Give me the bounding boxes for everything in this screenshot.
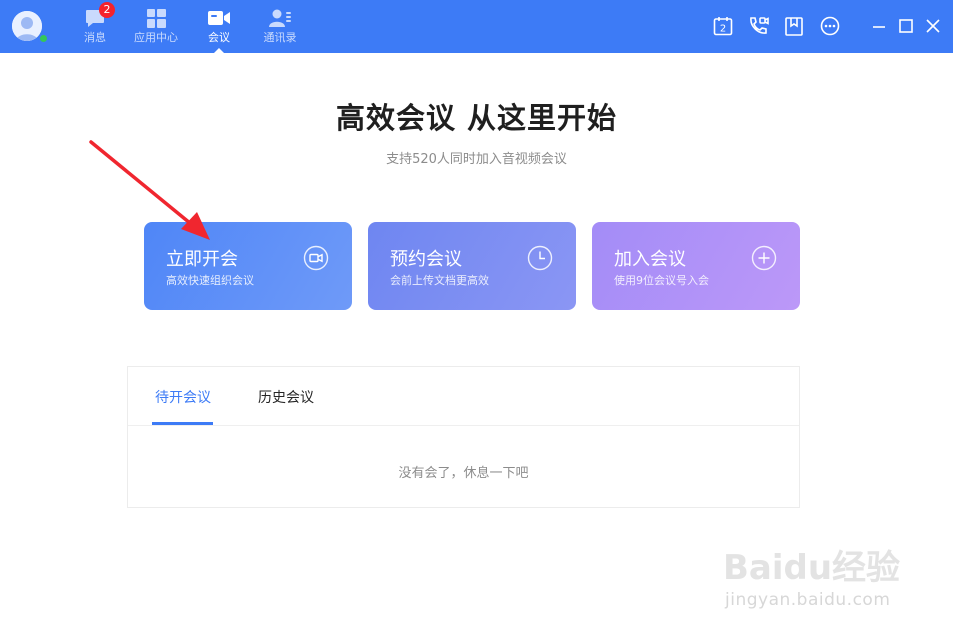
apps-icon [126, 8, 186, 28]
nav-label: 应用中心 [134, 31, 178, 44]
meeting-app-window: 消息 2 应用中心 会议 通讯录 2 高效会议 从这里开始 支持520人同时加入… [0, 0, 953, 635]
meeting-tabs: 待开会议 历史会议 [128, 367, 799, 426]
tab-upcoming-meetings[interactable]: 待开会议 [155, 387, 211, 407]
close-button[interactable] [922, 15, 944, 37]
nav-label: 通讯录 [263, 31, 297, 44]
calendar-button[interactable]: 2 [712, 15, 734, 37]
call-button[interactable] [748, 15, 770, 37]
contacts-icon [250, 8, 310, 28]
minimize-icon [873, 26, 885, 28]
card-subtitle: 会前上传文档更高效 [390, 274, 489, 287]
notes-button[interactable] [783, 15, 805, 37]
schedule-meeting-button[interactable]: 预约会议 会前上传文档更高效 [368, 222, 576, 310]
nav-label: 消息 [84, 31, 106, 44]
watermark-url: jingyan.baidu.com [725, 590, 891, 610]
plus-circle-icon [751, 245, 777, 271]
minimize-button[interactable] [868, 15, 890, 37]
card-subtitle: 使用9位会议号入会 [614, 274, 709, 287]
nav-item-contacts[interactable]: 通讯录 [250, 8, 310, 48]
close-icon [926, 19, 940, 33]
top-bar: 消息 2 应用中心 会议 通讯录 2 [0, 0, 953, 53]
watermark: Baidu经验 jingyan.baidu.com [723, 540, 923, 620]
start-meeting-button[interactable]: 立即开会 高效快速组织会议 [144, 222, 352, 310]
message-icon [65, 8, 125, 28]
more-icon [820, 16, 840, 36]
maximize-button[interactable] [895, 15, 917, 37]
nav-item-meetings[interactable]: 会议 [189, 8, 249, 53]
unread-badge: 2 [99, 2, 115, 18]
tab-meeting-history[interactable]: 历史会议 [258, 387, 314, 407]
more-button[interactable] [819, 15, 841, 37]
page-subtitle: 支持520人同时加入音视频会议 [386, 152, 567, 167]
card-subtitle: 高效快速组织会议 [166, 274, 254, 287]
watermark-brand: Baidu经验 [723, 548, 901, 588]
maximize-icon [899, 19, 913, 33]
card-title: 预约会议 [390, 249, 462, 270]
calendar-day: 2 [720, 24, 726, 35]
video-camera-icon [303, 245, 329, 271]
nav-item-app-center[interactable]: 应用中心 [126, 8, 186, 48]
bookmark-icon [785, 16, 803, 36]
nav-label: 会议 [208, 31, 230, 44]
calendar-icon: 2 [713, 17, 733, 36]
card-title: 加入会议 [614, 249, 686, 270]
active-tab-indicator [152, 422, 213, 425]
card-title: 立即开会 [166, 249, 238, 270]
page-title: 高效会议 从这里开始 [335, 101, 618, 135]
meetings-panel: 待开会议 历史会议 没有会了，休息一下吧 [127, 366, 800, 508]
clock-icon [527, 245, 553, 271]
nav-item-messages[interactable]: 消息 2 [65, 2, 125, 48]
empty-state-text: 没有会了，休息一下吧 [398, 466, 529, 481]
phone-video-icon [750, 17, 769, 34]
online-status-icon [38, 33, 49, 44]
join-meeting-button[interactable]: 加入会议 使用9位会议号入会 [592, 222, 800, 310]
video-icon [189, 8, 249, 28]
